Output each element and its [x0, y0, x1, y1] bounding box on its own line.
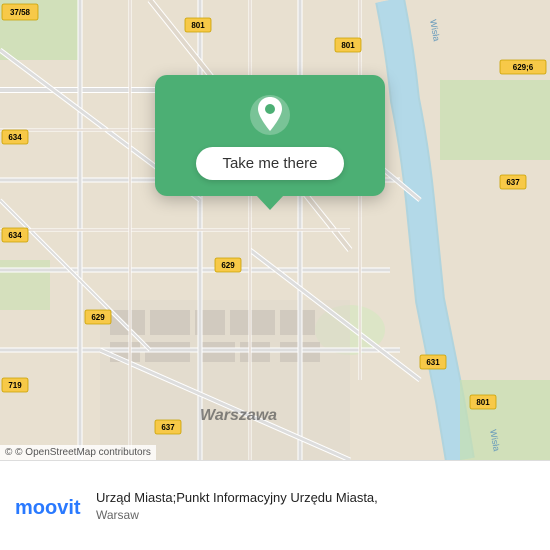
moovit-logo-svg: moovit — [15, 492, 83, 520]
moovit-logo: moovit — [14, 492, 84, 520]
svg-text:629: 629 — [91, 313, 105, 322]
svg-text:719: 719 — [8, 381, 22, 390]
place-name: Urząd Miasta;Punkt Informacyjny Urzędu M… — [96, 489, 536, 507]
osm-attribution: © © OpenStreetMap contributors — [0, 445, 156, 460]
map-popup: Take me there — [155, 75, 385, 196]
svg-text:629: 629 — [221, 261, 235, 270]
svg-text:801: 801 — [476, 398, 490, 407]
place-info: Urząd Miasta;Punkt Informacyjny Urzędu M… — [96, 489, 536, 521]
svg-text:37/58: 37/58 — [10, 8, 31, 17]
svg-text:637: 637 — [161, 423, 175, 432]
svg-text:801: 801 — [341, 41, 355, 50]
svg-text:Warszawa: Warszawa — [200, 407, 277, 424]
svg-text:629;6: 629;6 — [513, 63, 534, 72]
place-city: Warsaw — [96, 508, 536, 522]
bottom-bar: moovit Urząd Miasta;Punkt Informacyjny U… — [0, 460, 550, 550]
copyright-icon: © — [5, 447, 12, 458]
map-background: 37/58 801 801 629;6 634 637 629 634 629 … — [0, 0, 550, 460]
map-container: 37/58 801 801 629;6 634 637 629 634 629 … — [0, 0, 550, 460]
svg-text:801: 801 — [191, 21, 205, 30]
svg-text:637: 637 — [506, 178, 520, 187]
svg-text:moovit: moovit — [15, 497, 81, 519]
svg-text:631: 631 — [426, 358, 440, 367]
take-me-there-button[interactable]: Take me there — [196, 147, 343, 180]
location-pin-icon — [248, 93, 292, 137]
svg-text:634: 634 — [8, 231, 22, 240]
svg-text:634: 634 — [8, 133, 22, 142]
